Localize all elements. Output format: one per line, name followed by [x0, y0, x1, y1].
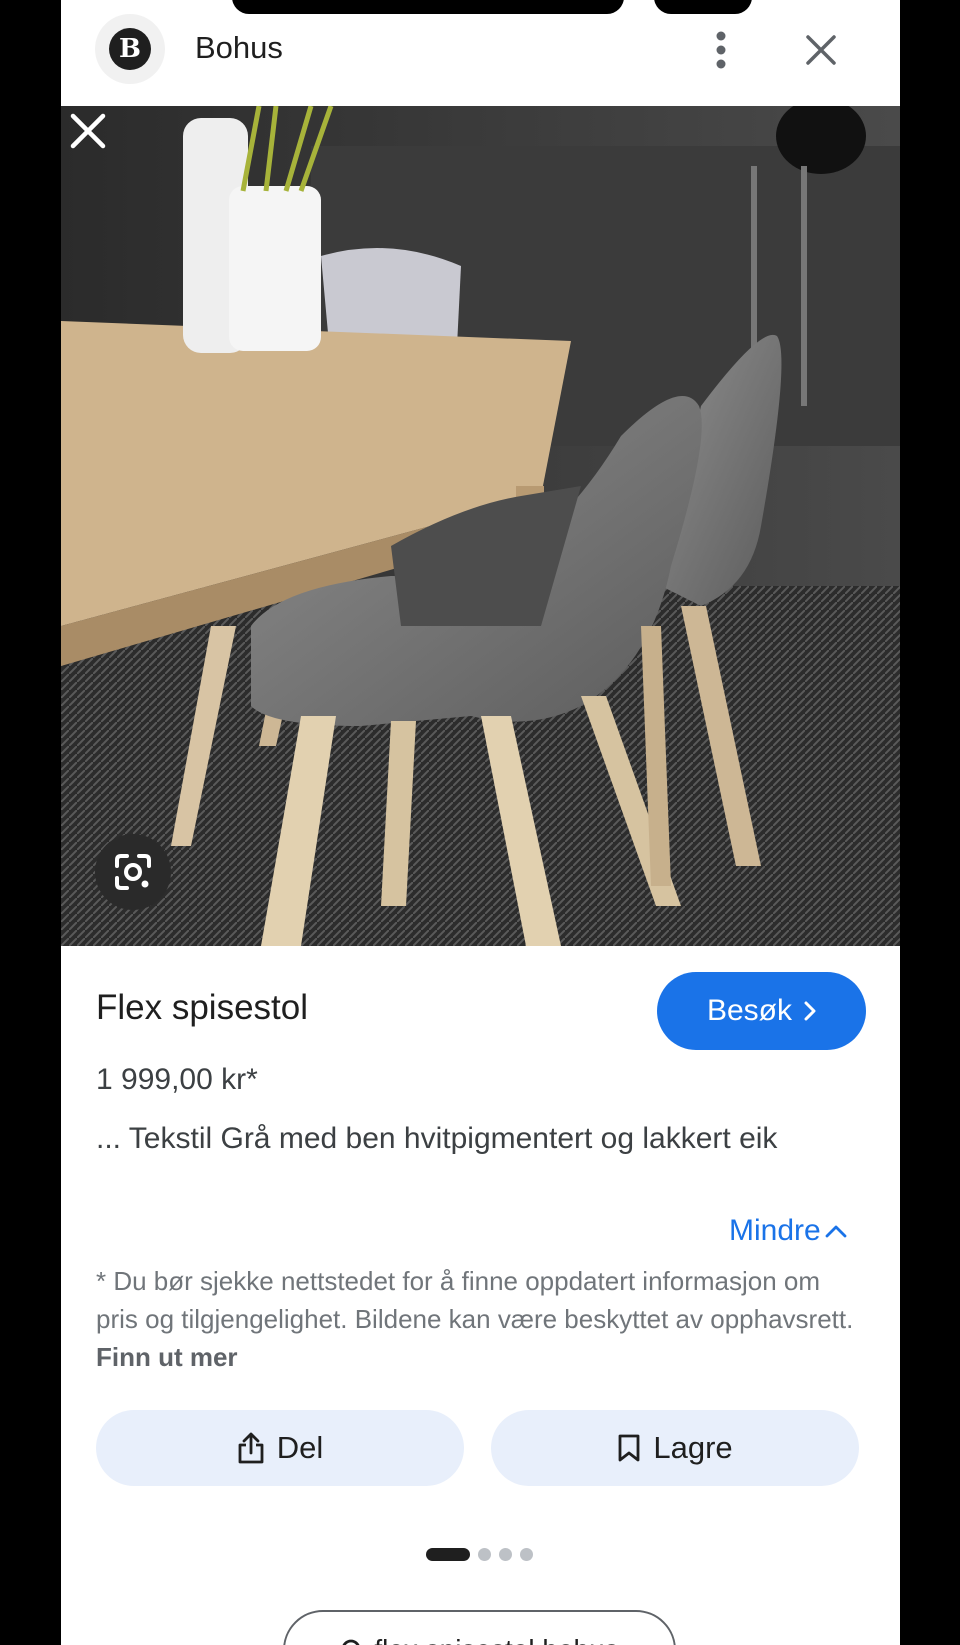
show-less-label: Mindre: [729, 1214, 821, 1247]
bookmark-icon: [618, 1434, 640, 1462]
chevron-up-icon: [825, 1225, 847, 1238]
close-icon: [806, 35, 836, 65]
page-dot: [499, 1548, 512, 1561]
related-search-label: flex spisestol bohus: [374, 1634, 618, 1645]
share-icon: [238, 1432, 264, 1464]
site-logo[interactable]: B: [95, 14, 165, 84]
chevron-right-icon: [804, 1001, 816, 1021]
status-bar-pill-right: [654, 0, 752, 14]
status-bar-pill-left: [232, 0, 624, 14]
learn-more-link[interactable]: Finn ut mer: [96, 1342, 238, 1372]
image-close-button[interactable]: [65, 108, 111, 154]
google-lens-icon: [115, 854, 151, 890]
result-panel: B Bohus Flex spisestol Besøk 1 999,00 kr…: [61, 0, 900, 1645]
page-indicator: [426, 1548, 533, 1561]
visit-button[interactable]: Besøk: [657, 972, 866, 1050]
share-button[interactable]: Del: [96, 1410, 464, 1486]
product-photo: [61, 106, 900, 946]
save-label: Lagre: [653, 1430, 733, 1465]
google-lens-button[interactable]: [95, 834, 171, 910]
close-icon: [70, 113, 106, 149]
product-description: ... Tekstil Grå med ben hvitpigmentert o…: [96, 1122, 778, 1155]
site-name[interactable]: Bohus: [195, 30, 283, 66]
disclaimer-text: * Du bør sjekke nettstedet for å finne o…: [96, 1266, 854, 1334]
close-button[interactable]: [797, 26, 845, 74]
related-search-chip[interactable]: flex spisestol bohus: [283, 1610, 676, 1645]
save-button[interactable]: Lagre: [491, 1410, 859, 1486]
page-dot: [478, 1548, 491, 1561]
more-options-button[interactable]: [701, 26, 741, 74]
product-image[interactable]: [61, 106, 900, 946]
visit-button-label: Besøk: [706, 994, 793, 1027]
search-icon: [342, 1639, 360, 1645]
product-price: 1 999,00 kr*: [96, 1063, 258, 1096]
show-less-button[interactable]: Mindre: [729, 1214, 847, 1248]
more-vert-icon: [716, 31, 726, 69]
site-logo-letter: B: [109, 28, 151, 70]
disclaimer: * Du bør sjekke nettstedet for å finne o…: [96, 1262, 866, 1376]
page-dot-active: [426, 1548, 470, 1561]
page-dot: [520, 1548, 533, 1561]
product-title: Flex spisestol: [96, 988, 309, 1027]
share-label: Del: [276, 1430, 324, 1465]
header: B Bohus: [61, 0, 900, 106]
